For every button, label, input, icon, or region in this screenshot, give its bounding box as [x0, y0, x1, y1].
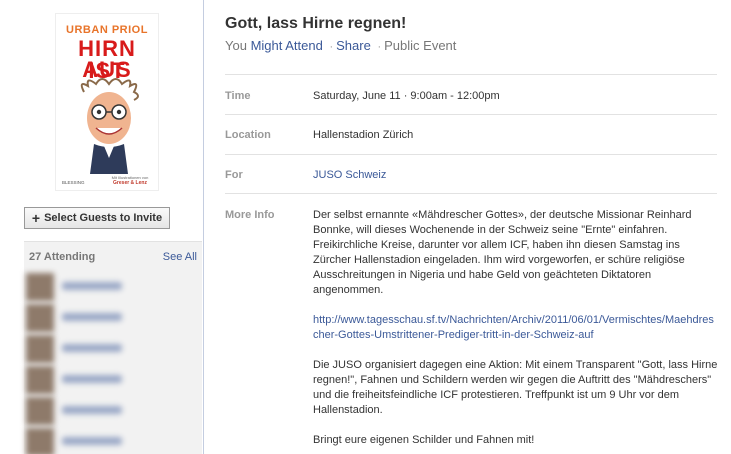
attendee-item[interactable]: [24, 273, 202, 303]
attendee-name: [62, 406, 122, 414]
rsvp-status-link[interactable]: Might Attend: [251, 38, 323, 53]
attendee-item[interactable]: [24, 397, 202, 427]
event-subtitle: You Might Attend · Share · Public Event: [225, 38, 456, 53]
time-label: Time: [225, 90, 251, 102]
avatar: [26, 304, 54, 332]
info-paragraph: Der selbst ernannte «Mähdrescher Gottes»…: [313, 209, 692, 296]
attendee-name: [62, 375, 122, 383]
avatar: [26, 273, 54, 301]
host-link[interactable]: JUSO Schweiz: [313, 169, 386, 181]
avatar: [26, 335, 54, 363]
article-link[interactable]: http://www.tagesschau.sf.tv/Nachrichten/…: [313, 314, 714, 341]
illustrator-credit: Mit Illustrationen von Greser & Lenz: [106, 175, 154, 186]
attendee-item[interactable]: [24, 304, 202, 334]
avatar: [26, 366, 54, 394]
attending-header: 27 Attending See All: [24, 241, 202, 271]
see-all-link[interactable]: See All: [163, 251, 197, 263]
location-label: Location: [225, 129, 271, 141]
publisher-label: BLESSING: [62, 180, 85, 185]
book-author: URBAN PRIOL: [66, 24, 148, 36]
more-info-label: More Info: [225, 209, 275, 221]
location-row: Location Hallenstadion Zürich: [225, 114, 717, 154]
time-value: Saturday, June 11 · 9:00am - 12:00pm: [313, 90, 500, 102]
attendee-name: [62, 313, 122, 321]
share-link[interactable]: Share: [336, 38, 371, 53]
privacy-label: Public Event: [384, 38, 457, 53]
info-paragraph: Die JUSO organisiert dagegen eine Aktion…: [313, 359, 718, 416]
illustrator-name: Greser & Lenz: [113, 180, 147, 186]
event-title: Gott, lass Hirne regnen!: [225, 15, 407, 32]
more-info-text: Der selbst ernannte «Mähdrescher Gottes»…: [313, 208, 719, 454]
left-sidebar: URBAN PRIOL HIRN IST AUS BLESSING Mit Il…: [0, 0, 204, 454]
avatar: [26, 428, 54, 454]
attendee-item[interactable]: [24, 335, 202, 365]
for-label: For: [225, 169, 243, 181]
separator-dot: ·: [329, 41, 334, 53]
avatar: [26, 397, 54, 425]
attendee-item[interactable]: [24, 428, 202, 454]
event-photo[interactable]: URBAN PRIOL HIRN IST AUS BLESSING Mit Il…: [55, 13, 159, 191]
separator-dot: ·: [377, 41, 382, 53]
attendee-name: [62, 344, 122, 352]
attendee-list: [24, 271, 202, 454]
plus-icon: +: [31, 210, 41, 226]
select-guests-label: Select Guests to Invite: [44, 212, 163, 224]
info-paragraph: Bringt eure eigenen Schilder und Fahnen …: [313, 434, 535, 446]
rsvp-prefix: You: [225, 38, 247, 53]
caricature-face-illustration: [80, 78, 139, 174]
attending-count: 27 Attending: [29, 250, 96, 263]
for-row: For JUSO Schweiz: [225, 154, 717, 194]
location-value: Hallenstadion Zürich: [313, 129, 414, 141]
select-guests-button[interactable]: + Select Guests to Invite: [24, 207, 170, 229]
time-row: Time Saturday, June 11 · 9:00am - 12:00p…: [225, 74, 717, 114]
attendee-name: [62, 282, 122, 290]
attendee-item[interactable]: [24, 366, 202, 396]
attendee-name: [62, 437, 122, 445]
